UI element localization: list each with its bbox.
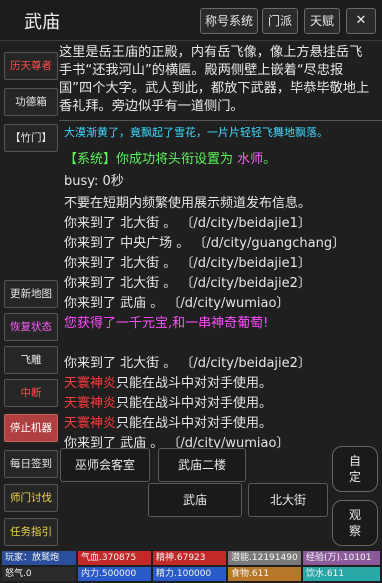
- talent-button[interactable]: 天赋: [304, 8, 340, 34]
- log-suffix: 只能在战斗中对对手使用。: [116, 376, 273, 391]
- exit-wizard-room-button[interactable]: 巫师会客室: [60, 448, 150, 482]
- north-street-button[interactable]: 北大街: [248, 483, 328, 517]
- status-bar: 食物.611: [228, 567, 301, 581]
- status-bar: 精力.100000: [153, 567, 226, 581]
- room-description: 这里是岳王庙的正殿，内有岳飞像，像上方悬挂岳飞手书“还我河山”的横匾。殿两侧壁上…: [59, 45, 370, 114]
- title-system-button[interactable]: 称号系统: [200, 8, 258, 34]
- log-line: 你来到了 中央广场 。 〔/d/city/guangchang〕: [64, 232, 345, 251]
- status-bar: 玩家：放鹫炮: [2, 551, 76, 565]
- status-bar: 内力.500000: [78, 567, 151, 581]
- sect-quest-button[interactable]: 师门讨伐: [4, 484, 58, 512]
- interrupt-button[interactable]: 中断: [4, 379, 58, 407]
- status-bar: 气血.370875: [78, 551, 151, 565]
- status-bar-label: 内力.500000: [81, 569, 137, 579]
- log-line: 你来到了 北大街 。 〔/d/city/beidajie1〕: [64, 212, 311, 231]
- log-line: 你来到了 北大街 。 〔/d/city/beidajie2〕: [64, 352, 311, 371]
- status-bar-label: 潜能.12191490: [231, 553, 298, 563]
- status-bar: 潜能.12191490: [228, 551, 301, 565]
- log-highlight: 水师: [237, 152, 264, 167]
- status-bar: 怒气.0: [2, 567, 76, 581]
- log-text: 你来到了 武庙 。 〔/d/city/wumiao〕: [64, 296, 290, 311]
- log-text: 你来到了 中央广场 。 〔/d/city/guangchang〕: [64, 236, 346, 251]
- log-suffix: 只能在战斗中对对手使用。: [116, 416, 273, 431]
- log-text: 【系统】你成功将头衔设置为: [64, 152, 238, 167]
- status-bar-label: 精神.67923: [156, 553, 206, 563]
- log-line: 【系统】你成功将头衔设置为 水师。: [64, 148, 276, 167]
- room-title: 武庙: [24, 12, 60, 33]
- log-text: 天寰神炎: [64, 376, 117, 391]
- exit-upstairs-button[interactable]: 武庙二楼: [158, 448, 246, 482]
- status-bar-label: 精力.100000: [156, 569, 212, 579]
- log-line: 天寰神炎只能在战斗中对对手使用。: [64, 372, 272, 391]
- log-line: busy: 0秒: [64, 170, 124, 189]
- status-bar: 精神.67923: [153, 551, 226, 565]
- log-line: 大漠渐黄了，竟飘起了雪花，一片片轻轻飞舞地飘落。: [64, 124, 328, 140]
- log-line: 天寰神炎只能在战斗中对对手使用。: [64, 392, 272, 411]
- log-suffix: 。: [263, 152, 277, 167]
- donation-box-button[interactable]: 功德箱: [4, 88, 58, 116]
- log-text: 你来到了 北大街 。 〔/d/city/beidajie1〕: [64, 256, 311, 271]
- log-text: 大漠渐黄了，竟飘起了雪花，一片片轻轻飞舞地飘落。: [64, 126, 328, 139]
- log-text: 你来到了 北大街 。 〔/d/city/beidajie2〕: [64, 276, 311, 291]
- refresh-map-button[interactable]: 更新地图: [4, 280, 58, 308]
- status-bar: 经验(万).10101: [303, 551, 380, 565]
- quest-guide-button[interactable]: 任务指引: [4, 518, 58, 546]
- npc-button-1[interactable]: 历天尊者: [4, 52, 58, 80]
- log-text: 你来到了 北大街 。 〔/d/city/beidajie1〕: [64, 216, 311, 231]
- status-bar-label: 气血.370875: [81, 553, 137, 563]
- restore-status-button[interactable]: 恢复状态: [4, 313, 58, 341]
- log-text: 不要在短期内频繁使用展示频道发布信息。: [64, 196, 312, 211]
- status-bar-label: 食物.611: [231, 569, 270, 579]
- log-line: 你来到了 北大街 。 〔/d/city/beidajie2〕: [64, 272, 311, 291]
- status-bar-label: 玩家：放鹫炮: [5, 553, 60, 563]
- sect-button[interactable]: 门派: [262, 8, 298, 34]
- divider: [59, 120, 382, 121]
- current-room-button[interactable]: 武庙: [148, 483, 242, 517]
- log-line: 不要在短期内频繁使用展示频道发布信息。: [64, 192, 311, 211]
- daily-signin-button[interactable]: 每日签到: [4, 450, 58, 478]
- log-text: 您获得了一千元宝,和一串神奇葡萄!: [64, 316, 269, 331]
- status-bar-label: 怒气.0: [5, 569, 32, 579]
- status-bar: 饮水.611: [303, 567, 380, 581]
- log-line: 您获得了一千元宝,和一串神奇葡萄!: [64, 312, 268, 331]
- bamboo-door-button[interactable]: 【竹门】: [4, 124, 58, 152]
- top-bar: 武庙 称号系统 门派 天赋 ✕: [0, 0, 382, 41]
- log-text: busy: 0秒: [64, 174, 124, 189]
- log-line: 你来到了 北大街 。 〔/d/city/beidajie1〕: [64, 252, 311, 271]
- log-line: 天寰神炎只能在战斗中对对手使用。: [64, 412, 272, 431]
- status-bar-label: 饮水.611: [306, 569, 345, 579]
- log-text: 天寰神炎: [64, 396, 117, 411]
- log-line: 你来到了 武庙 。 〔/d/city/wumiao〕: [64, 292, 289, 311]
- log-suffix: 只能在战斗中对对手使用。: [116, 396, 273, 411]
- log-text: 天寰神炎: [64, 416, 117, 431]
- status-bar-label: 经验(万).10101: [306, 553, 372, 563]
- fly-eagle-button[interactable]: 飞雕: [4, 346, 58, 374]
- custom-button[interactable]: 自定: [332, 446, 378, 492]
- close-icon[interactable]: ✕: [346, 8, 376, 34]
- observe-button[interactable]: 观察: [332, 500, 378, 546]
- log-text: 你来到了 北大街 。 〔/d/city/beidajie2〕: [64, 356, 311, 371]
- stop-machine-button[interactable]: 停止机器: [4, 414, 58, 442]
